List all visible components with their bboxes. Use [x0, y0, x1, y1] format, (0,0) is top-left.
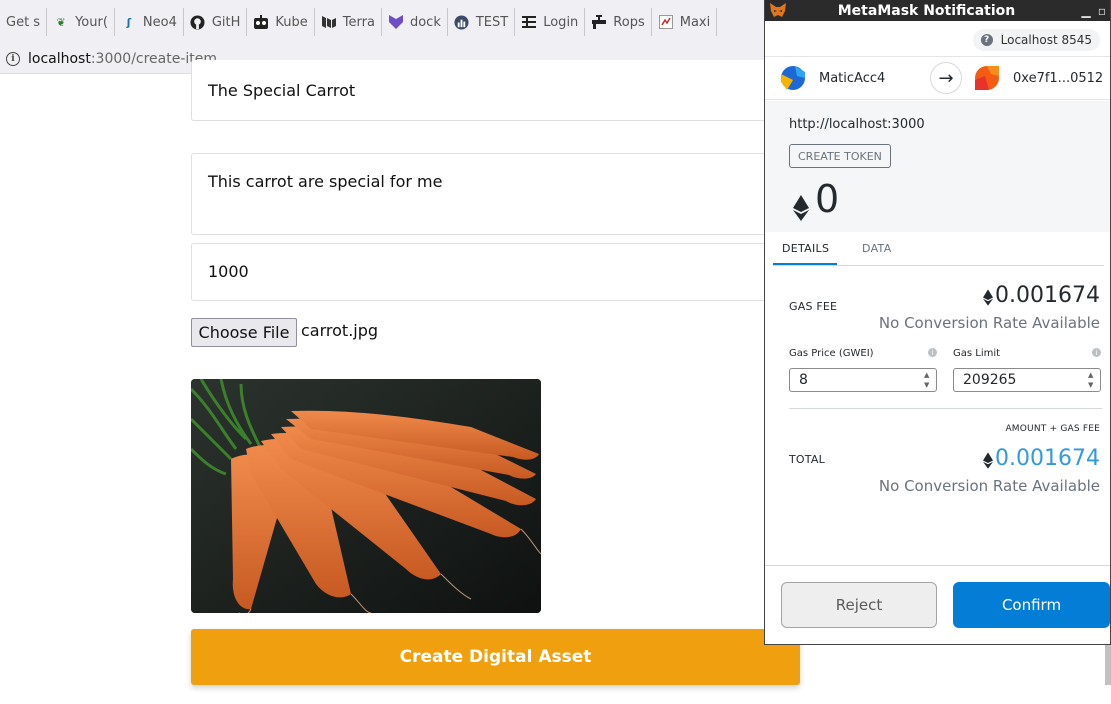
total-amount: 0.001674	[983, 446, 1100, 471]
bookmark-item[interactable]: TEST	[448, 8, 516, 36]
chevron-up-icon[interactable]: ▲	[1088, 371, 1097, 379]
transaction-amount: 0	[793, 177, 839, 221]
map-icon	[658, 14, 674, 30]
bookmark-label: dock	[409, 14, 441, 30]
site-info-icon[interactable]: i	[6, 51, 20, 66]
bookmark-label: Kube	[275, 14, 308, 30]
neo4j-icon: ʃ	[126, 15, 132, 29]
login-icon	[521, 14, 537, 30]
bookmark-item[interactable]: Maxi	[652, 8, 718, 36]
active-tab-indicator	[773, 263, 837, 265]
asset-name-input[interactable]: The Special Carrot	[191, 60, 801, 121]
transaction-summary: http://localhost:3000 CREATE TOKEN 0	[765, 101, 1110, 232]
network-help-icon: ?	[980, 34, 993, 46]
bookmark-item[interactable]: ʃ Neo4	[115, 8, 184, 36]
bookmark-label: Rops	[613, 14, 645, 30]
eth-icon	[983, 287, 994, 306]
transaction-method-badge: CREATE TOKEN	[789, 144, 891, 168]
bookmark-item[interactable]: Rops	[585, 8, 652, 36]
gas-price-stepper[interactable]: ▲ ▼	[924, 371, 933, 389]
url-host: localhost	[28, 50, 91, 67]
selected-file-name: carrot.jpg	[301, 321, 379, 340]
bookmark-label: Neo4	[142, 14, 177, 30]
bookmark-item[interactable]: Get s	[0, 8, 48, 36]
bookmark-item[interactable]: Login	[515, 8, 586, 36]
gas-fee-amount: 0.001674	[983, 283, 1100, 308]
gas-limit-info-icon[interactable]: i	[1092, 348, 1101, 357]
action-footer: Reject Confirm	[765, 565, 1110, 644]
account-transfer-row: MaticAcc4 → 0xe7f1...0512	[765, 56, 1110, 100]
bookmark-label: Login	[543, 14, 579, 30]
github-icon	[190, 14, 206, 30]
chart-icon	[454, 14, 470, 30]
bookmark-label: Terra	[342, 14, 375, 30]
terraform-icon	[321, 14, 337, 30]
window-titlebar[interactable]: MetaMask Notification ▁ ▫	[765, 0, 1110, 21]
asset-description-input[interactable]: This carrot are special for me	[191, 153, 801, 235]
bookmark-item[interactable]: GitH	[184, 8, 248, 36]
leaf-icon: ❦	[56, 15, 66, 29]
transaction-tabs: DETAILS DATA	[773, 236, 1104, 266]
gas-limit-stepper[interactable]: ▲ ▼	[1088, 371, 1097, 389]
gas-limit-input[interactable]: 209265 ▲ ▼	[953, 368, 1101, 392]
faucet-icon	[591, 14, 607, 30]
bookmark-label: Get s	[6, 14, 41, 30]
total-label: TOTAL	[789, 453, 825, 466]
transaction-origin: http://localhost:3000	[789, 117, 925, 132]
docker-icon	[388, 14, 404, 30]
gas-fee-label: GAS FEE	[789, 300, 838, 313]
bookmark-item[interactable]: ❦ Your(	[47, 8, 115, 36]
to-account-avatar-icon	[975, 66, 999, 90]
tab-details[interactable]: DETAILS	[782, 242, 829, 255]
details-divider	[789, 408, 1102, 409]
total-conversion: No Conversion Rate Available	[878, 477, 1100, 495]
chevron-down-icon[interactable]: ▼	[924, 381, 933, 389]
gas-price-input[interactable]: 8 ▲ ▼	[789, 368, 937, 392]
robot-icon	[253, 14, 269, 30]
amount-value: 0	[815, 177, 840, 221]
page-scrollbar[interactable]	[1105, 645, 1111, 685]
total-value: 0.001674	[995, 446, 1100, 471]
gas-price-label: Gas Price (GWEI)	[789, 348, 874, 359]
gas-price-value: 8	[799, 372, 808, 388]
asset-price-input[interactable]: 1000	[191, 243, 801, 301]
gas-price-info-icon[interactable]: i	[928, 348, 937, 357]
from-account-name: MaticAcc4	[819, 70, 886, 86]
gas-fee-value: 0.001674	[995, 283, 1100, 308]
to-account-address: 0xe7f1...0512	[1013, 70, 1104, 86]
chevron-up-icon[interactable]: ▲	[924, 371, 933, 379]
bookmark-label: TEST	[475, 14, 509, 30]
bookmark-item[interactable]: dock	[382, 8, 448, 36]
arrow-right-icon: →	[930, 62, 962, 94]
network-name: Localhost 8545	[1000, 33, 1092, 47]
tab-data[interactable]: DATA	[862, 242, 892, 255]
eth-icon	[793, 186, 809, 221]
create-digital-asset-button[interactable]: Create Digital Asset	[191, 629, 800, 685]
confirm-button[interactable]: Confirm	[953, 582, 1110, 628]
bookmark-item[interactable]: Kube	[247, 8, 315, 36]
amount-plus-gas-label: AMOUNT + GAS FEE	[1005, 424, 1100, 434]
choose-file-button[interactable]: Choose File	[191, 318, 297, 347]
window-title: MetaMask Notification	[837, 2, 1016, 19]
bookmark-label: Maxi	[679, 14, 711, 30]
bookmark-label: Your(	[75, 14, 108, 30]
to-account[interactable]: 0xe7f1...0512	[975, 66, 1103, 90]
maximize-icon[interactable]: ▫	[1094, 4, 1110, 18]
asset-preview-image	[191, 379, 541, 613]
metamask-fox-icon	[769, 2, 787, 19]
gas-limit-value: 209265	[963, 372, 1017, 388]
bookmark-item[interactable]: Terra	[315, 8, 382, 36]
network-indicator[interactable]: ? Localhost 8545	[972, 29, 1100, 51]
bookmark-label: GitH	[211, 14, 241, 30]
from-account-avatar-icon	[781, 66, 805, 90]
reject-button[interactable]: Reject	[781, 582, 937, 628]
minimize-icon[interactable]: ▁	[1078, 4, 1094, 18]
gas-limit-label: Gas Limit	[953, 348, 1001, 359]
metamask-notification-window: MetaMask Notification ▁ ▫ ? Localhost 85…	[764, 0, 1111, 645]
gas-fee-conversion: No Conversion Rate Available	[878, 314, 1100, 332]
eth-icon	[983, 450, 994, 469]
chevron-down-icon[interactable]: ▼	[1088, 381, 1097, 389]
from-account[interactable]: MaticAcc4	[781, 66, 885, 90]
